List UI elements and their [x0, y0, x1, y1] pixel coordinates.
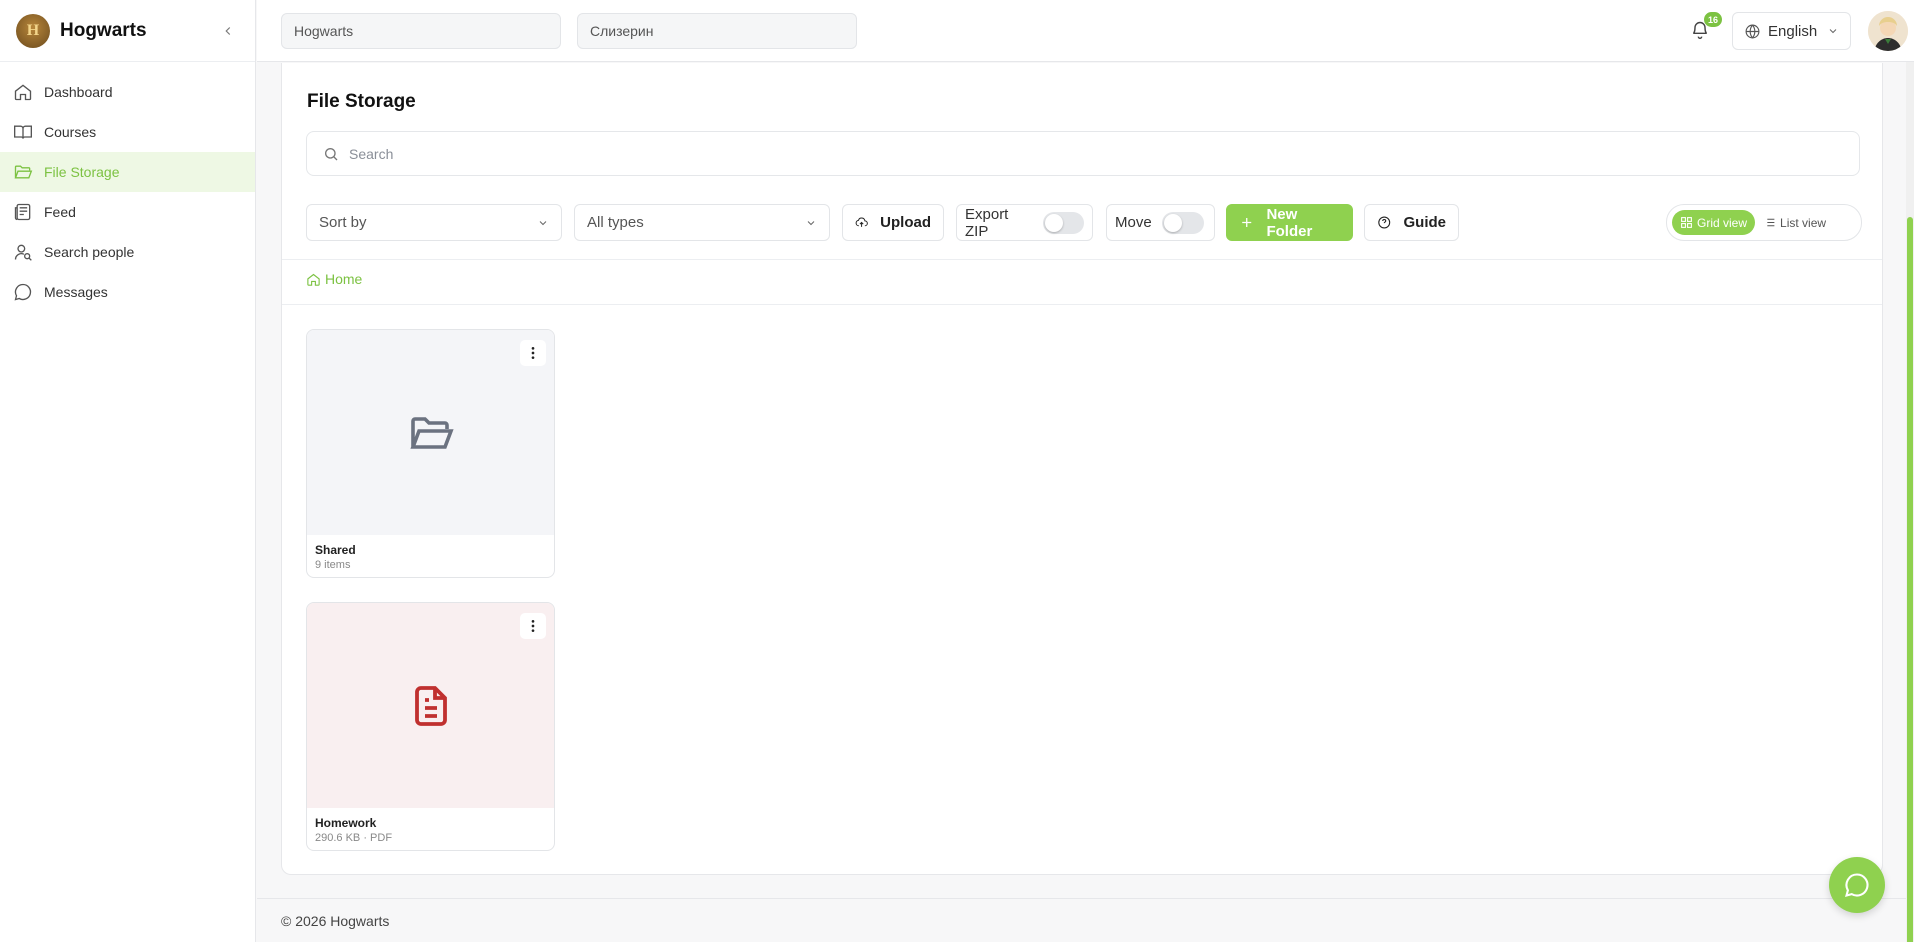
grid-view-button[interactable]: Grid view — [1672, 210, 1756, 235]
collapse-sidebar-button[interactable] — [217, 20, 239, 42]
sort-select[interactable]: Sort by — [306, 204, 562, 241]
more-vertical-icon — [531, 347, 535, 359]
sidebar-item-messages[interactable]: Messages — [0, 272, 255, 312]
chevron-left-icon — [225, 26, 231, 35]
new-folder-label: New Folder — [1266, 205, 1313, 240]
more-vertical-icon — [531, 620, 535, 632]
sidebar-item-courses[interactable]: Courses — [0, 112, 255, 152]
breadcrumb-home[interactable]: Home — [306, 271, 362, 287]
new-folder-button[interactable]: New Folder — [1226, 204, 1353, 241]
search-input[interactable] — [349, 145, 1749, 162]
home-icon — [14, 84, 32, 101]
sidebar-item-label: Search people — [44, 244, 135, 260]
upload-label: Upload — [880, 214, 931, 231]
sidebar-item-label: Messages — [44, 284, 108, 300]
folder-open-icon — [14, 165, 33, 179]
type-filter-select[interactable]: All types — [574, 204, 830, 241]
school-field[interactable] — [281, 13, 561, 49]
newspaper-icon — [14, 203, 31, 221]
sidebar-item-label: File Storage — [44, 164, 120, 180]
export-zip-switch[interactable] — [1043, 211, 1084, 234]
notifications-badge: 16 — [1704, 12, 1722, 27]
hogwarts-crest-logo: H — [16, 13, 50, 48]
tile-thumbnail — [307, 330, 554, 535]
page-scrollbar[interactable] — [1906, 62, 1914, 942]
grid-view-label: Grid view — [1697, 215, 1748, 230]
sidebar-item-dashboard[interactable]: Dashboard — [0, 72, 255, 112]
user-avatar[interactable] — [1868, 11, 1908, 51]
sidebar: H Hogwarts Dashboard Courses File Storag… — [0, 0, 256, 942]
tile-meta: 290.6 KB · PDF — [315, 832, 393, 844]
sidebar-item-search-people[interactable]: Search people — [0, 232, 255, 272]
tile-menu-button[interactable] — [520, 340, 546, 366]
book-icon — [14, 125, 32, 139]
footer-copyright: © 2026 Hogwarts — [281, 913, 390, 929]
sidebar-item-file-storage[interactable]: File Storage — [0, 152, 255, 192]
export-zip-label: Export ZIP — [965, 205, 1009, 240]
scrollbar-thumb[interactable] — [1907, 217, 1913, 942]
tile-name: Shared — [315, 543, 356, 557]
sort-select-label: Sort by — [319, 214, 367, 231]
home-icon — [307, 273, 320, 286]
view-switch: Grid view List view — [1666, 204, 1862, 241]
search-bar[interactable] — [306, 131, 1860, 176]
toolbar-divider — [282, 259, 1882, 260]
move-switch[interactable] — [1161, 211, 1204, 234]
sidebar-item-label: Dashboard — [44, 84, 113, 100]
file-storage-panel: File Storage Sort by All types Upload Ex… — [281, 63, 1883, 875]
grid-icon — [1681, 217, 1692, 228]
file-tile-homework[interactable]: Homework 290.6 KB · PDF — [306, 602, 555, 851]
type-filter-label: All types — [587, 214, 644, 231]
tile-thumbnail — [307, 603, 554, 808]
tile-meta: 9 items — [315, 559, 351, 571]
notifications-button[interactable]: 16 — [1687, 12, 1722, 46]
move-toggle[interactable]: Move — [1106, 204, 1215, 241]
help-circle-icon — [1378, 216, 1391, 229]
chat-icon — [1845, 873, 1869, 897]
breadcrumb-label: Home — [325, 271, 363, 287]
chevron-down-icon — [807, 220, 815, 225]
brand: H Hogwarts — [0, 0, 255, 62]
sidebar-item-feed[interactable]: Feed — [0, 192, 255, 232]
chat-icon — [14, 283, 32, 301]
list-view-button[interactable]: List view — [1755, 210, 1834, 235]
sidebar-item-label: Feed — [44, 204, 76, 220]
upload-button[interactable]: Upload — [842, 204, 944, 241]
file-tile-shared[interactable]: Shared 9 items — [306, 329, 555, 578]
guide-label: Guide — [1403, 214, 1446, 231]
globe-icon — [1745, 24, 1760, 38]
tile-name: Homework — [315, 816, 377, 830]
breadcrumb-divider — [282, 304, 1882, 305]
guide-button[interactable]: Guide — [1364, 204, 1459, 241]
language-label: English — [1768, 22, 1818, 40]
plus-icon — [1242, 217, 1252, 228]
chevron-down-icon — [1829, 29, 1837, 34]
user-search-icon — [14, 244, 32, 261]
sidebar-item-label: Courses — [44, 124, 97, 140]
page-title: File Storage — [307, 91, 416, 112]
chat-support-button[interactable] — [1829, 857, 1885, 913]
export-zip-toggle[interactable]: Export ZIP — [956, 204, 1093, 241]
language-select[interactable]: English — [1732, 12, 1851, 50]
tile-menu-button[interactable] — [520, 613, 546, 639]
avatar-portrait — [1868, 11, 1908, 51]
folder-open-icon — [409, 416, 454, 449]
list-icon — [1764, 218, 1775, 227]
search-icon — [325, 147, 338, 160]
sidebar-nav: Dashboard Courses File Storage Feed Sear… — [0, 62, 255, 312]
house-field[interactable] — [577, 13, 857, 49]
cloud-upload-icon — [855, 217, 868, 227]
footer-divider — [257, 898, 1906, 899]
list-view-label: List view — [1780, 215, 1827, 230]
pdf-file-icon — [414, 685, 447, 726]
move-label: Move — [1115, 214, 1152, 231]
chevron-down-icon — [539, 220, 547, 225]
top-bar: 16 English — [257, 0, 1914, 62]
app-name: Hogwarts — [60, 19, 147, 41]
